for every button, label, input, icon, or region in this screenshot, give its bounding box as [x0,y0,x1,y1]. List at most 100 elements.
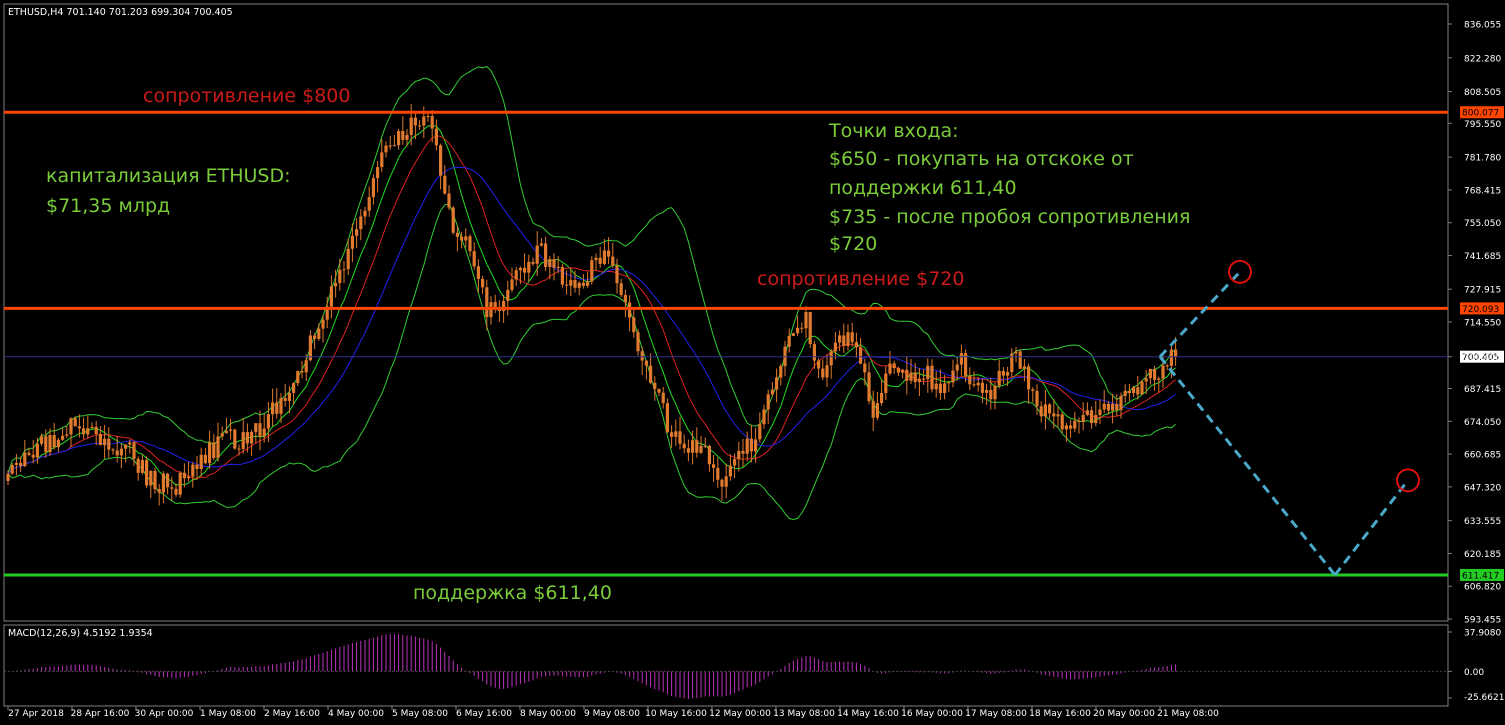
candle [447,185,451,210]
candle [397,128,401,150]
candle-body [959,353,963,365]
candle [653,376,657,401]
candle-body [686,448,690,453]
candle-body [846,332,850,346]
candle [644,360,648,380]
candle-body [611,256,615,266]
candle-body [804,312,808,329]
candle [86,415,90,439]
candle [1056,405,1060,428]
x-tick-label: 9 May 08:00 [584,709,640,719]
candle-body [1010,353,1014,373]
candle [598,246,602,268]
chart-canvas[interactable]: 800.077 720.093 611.417 700.405 836.055 822.… [0,0,1505,725]
candle-body [338,269,342,283]
candle-body [817,360,821,369]
candle-body [1077,420,1081,423]
x-tick-label: 8 May 00:00 [520,709,576,719]
candle-body [1014,351,1018,354]
candle-body [1102,403,1106,410]
candle-body [909,372,913,381]
candle [401,116,405,145]
candle-body [128,442,132,445]
candle-body [712,464,716,468]
capitalization-title: капитализация ETHUSD: [46,165,291,187]
candle-body [548,259,552,267]
candle-body [552,259,556,268]
candle-body [464,236,468,241]
candle-body [82,428,86,435]
candle [922,368,926,385]
candle [943,374,947,400]
candle-body [728,465,732,477]
candle [472,242,476,270]
candle [1148,368,1152,385]
candle-body [720,479,724,487]
candle-body [48,435,52,453]
candle-body [539,243,543,246]
candle-body [1039,406,1043,417]
candle-body [271,402,275,415]
candle [821,359,825,381]
resistance-720-price-label: 720.093 [1462,305,1499,315]
candle [909,359,913,384]
candle-body [132,442,136,459]
candle [615,258,619,294]
candle [1165,363,1169,371]
candle-body [565,284,569,286]
candle-body [1119,395,1123,411]
candle-body [405,134,409,140]
candle [1048,402,1052,419]
x-tick-label: 20 May 00:00 [1093,709,1155,719]
projection-rebound-segment [1333,479,1410,576]
candle-body [94,426,98,434]
candle [1102,389,1106,414]
candle-body [938,383,942,394]
candle [686,439,690,462]
candle-body [678,431,682,444]
y-tick-label: 674.050 [1464,418,1501,428]
candle [451,206,455,235]
candle-body [61,435,65,440]
candle-body [586,281,590,286]
candle-body [741,450,745,454]
candle-body [65,434,69,436]
candle [1014,346,1018,363]
candle-body [762,409,766,425]
candle-body [791,333,795,336]
candle-body [766,394,770,410]
candle [787,328,791,353]
x-tick-label: 4 May 00:00 [328,709,384,719]
candle-body [896,368,900,373]
candle [783,340,787,377]
candle-body [1140,381,1144,395]
candle-body [350,235,354,249]
candle-body [266,414,270,429]
candle-body [892,363,896,369]
candle [817,358,821,379]
candle [1043,389,1047,430]
candle [682,434,686,454]
candle [1094,400,1098,427]
candle-body [880,392,884,404]
candle-body [371,178,375,198]
candle [838,330,842,351]
candle-body [212,442,216,459]
candle [720,478,724,501]
candle [712,454,716,483]
candle-body [838,335,842,343]
candle [409,103,413,146]
y-tick-label: 795.550 [1464,120,1501,130]
candle [468,234,472,257]
candle-body [300,371,304,373]
candle [208,430,212,470]
candle-body [821,368,825,378]
candle-body [703,445,707,447]
candle-body [917,378,921,383]
bollinger-lower [7,203,1176,521]
candle [98,425,102,446]
candle [187,461,191,482]
candle [506,280,510,316]
candle-body [1006,372,1010,376]
candle-body [187,476,191,479]
